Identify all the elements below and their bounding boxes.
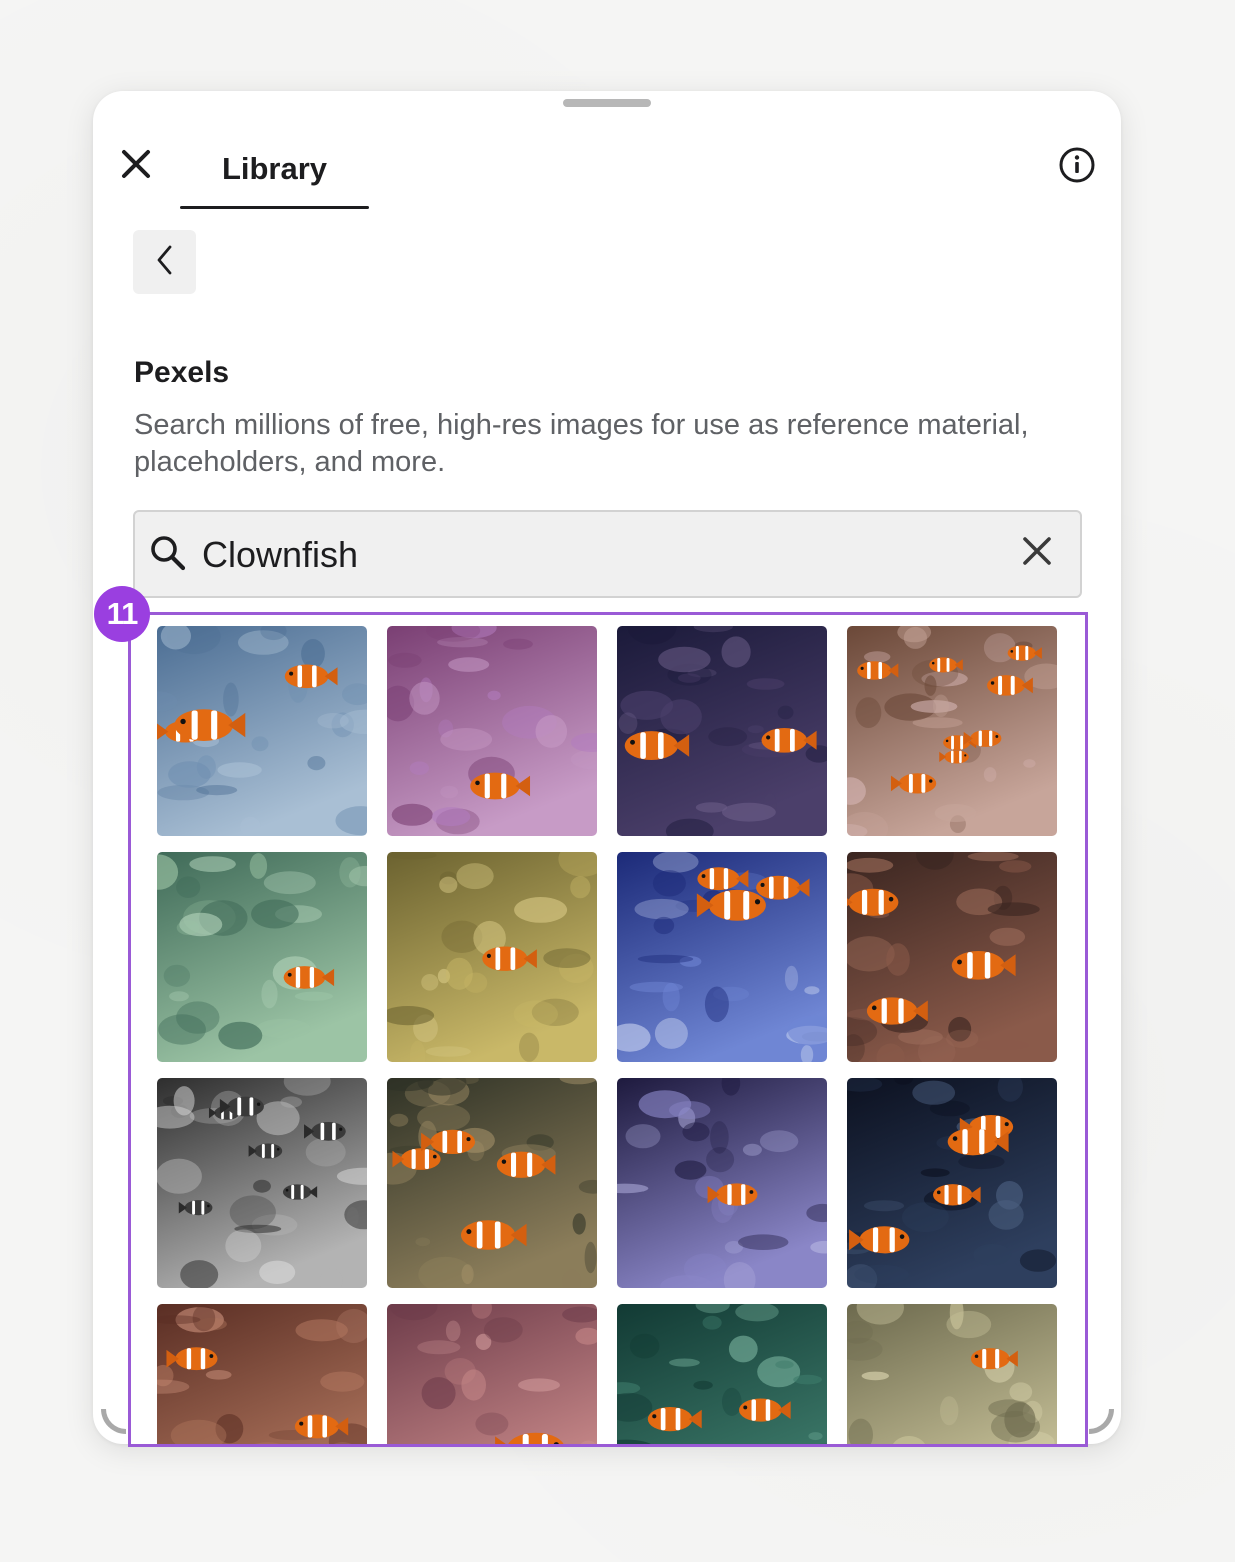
- image-tile[interactable]: [617, 852, 827, 1062]
- section-description: Search millions of free, high-res images…: [134, 409, 1029, 478]
- back-button[interactable]: [133, 230, 196, 294]
- info-button[interactable]: [1058, 146, 1096, 189]
- image-tile[interactable]: [157, 1078, 367, 1288]
- image-tile[interactable]: [157, 852, 367, 1062]
- image-tile[interactable]: [847, 1304, 1057, 1444]
- image-tile[interactable]: [617, 1304, 827, 1444]
- section-title: Pexels: [134, 356, 230, 389]
- image-thumbnail: [847, 626, 1057, 836]
- clear-icon: [1021, 535, 1053, 572]
- search-field[interactable]: Clownfish: [133, 510, 1082, 598]
- image-results-grid: [157, 626, 1057, 1444]
- image-thumbnail: [387, 626, 597, 836]
- image-tile[interactable]: [387, 852, 597, 1062]
- image-tile[interactable]: [157, 626, 367, 836]
- chevron-left-icon: [155, 244, 175, 281]
- image-tile[interactable]: [157, 1304, 367, 1444]
- image-tile[interactable]: [617, 626, 827, 836]
- image-thumbnail: [617, 1078, 827, 1288]
- image-thumbnail: [157, 1304, 367, 1444]
- close-button[interactable]: [119, 149, 153, 183]
- tab-library-label: Library: [221, 151, 328, 186]
- close-icon: [121, 149, 151, 184]
- image-thumbnail: [387, 852, 597, 1062]
- results-grid-highlight: [128, 612, 1088, 1447]
- image-thumbnail: [617, 852, 827, 1062]
- tab-library[interactable]: Library: [180, 143, 369, 209]
- search-icon: [149, 534, 187, 572]
- image-thumbnail: [157, 852, 367, 1062]
- image-thumbnail: [847, 1304, 1057, 1444]
- image-thumbnail: [157, 626, 367, 836]
- tab-active-indicator: [180, 206, 369, 209]
- image-thumbnail: [847, 852, 1057, 1062]
- image-thumbnail: [387, 1078, 597, 1288]
- image-thumbnail: [847, 1078, 1057, 1288]
- resize-corner-right: [1089, 1409, 1114, 1434]
- image-thumbnail: [387, 1304, 597, 1444]
- resize-corner-left: [101, 1409, 126, 1434]
- info-icon: [1058, 146, 1096, 189]
- clear-search-button[interactable]: [1020, 536, 1054, 570]
- image-tile[interactable]: [847, 626, 1057, 836]
- image-tile[interactable]: [847, 852, 1057, 1062]
- sheet-grabber[interactable]: [563, 99, 651, 107]
- image-thumbnail: [617, 626, 827, 836]
- search-input[interactable]: Clownfish: [202, 534, 358, 576]
- image-tile[interactable]: [387, 1078, 597, 1288]
- image-tile[interactable]: [387, 1304, 597, 1444]
- image-thumbnail: [157, 1078, 367, 1288]
- image-thumbnail: [617, 1304, 827, 1444]
- image-tile[interactable]: [847, 1078, 1057, 1288]
- annotation-badge: 11: [94, 586, 150, 642]
- image-tile[interactable]: [387, 626, 597, 836]
- image-tile[interactable]: [617, 1078, 827, 1288]
